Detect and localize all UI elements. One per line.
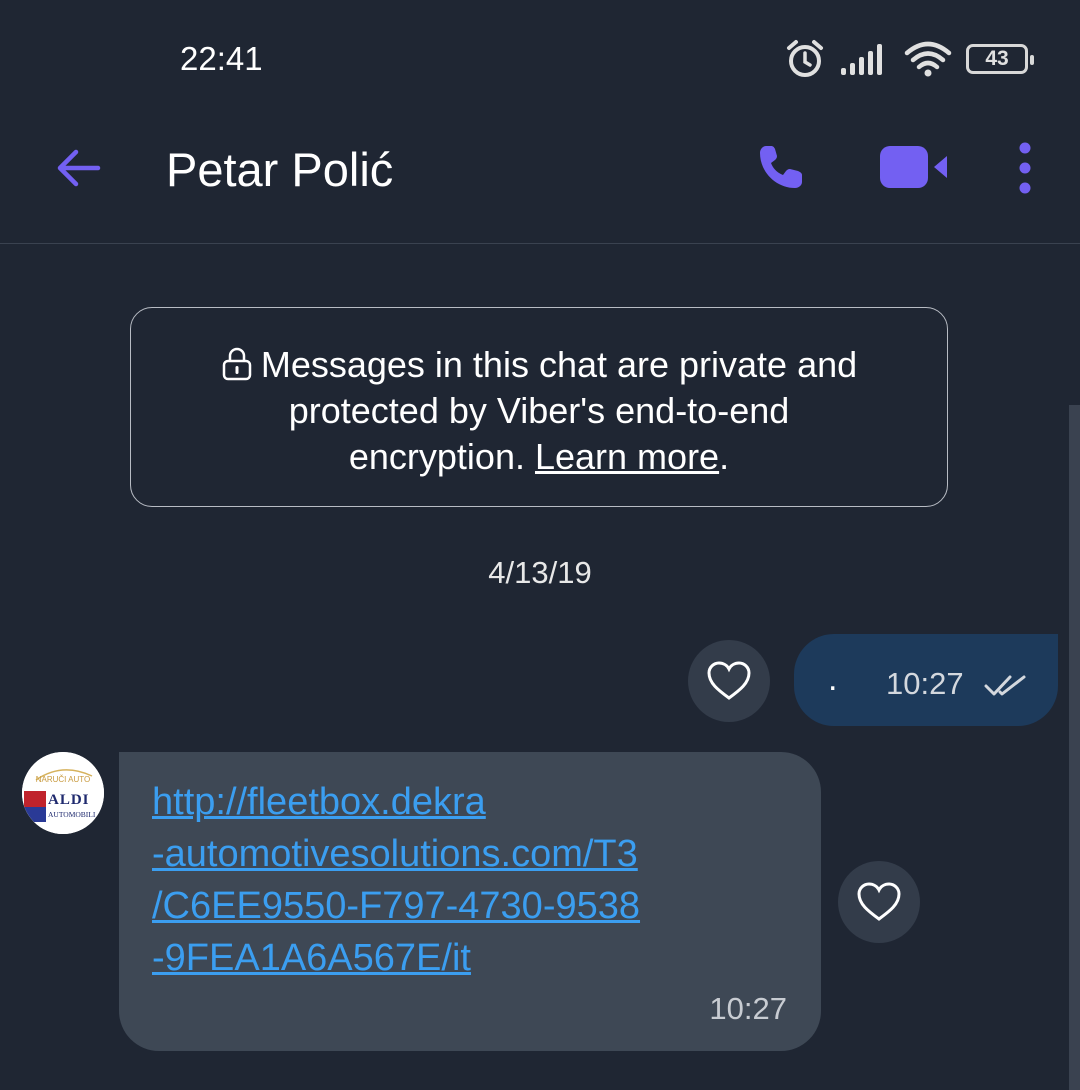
encryption-notice: Messages in this chat are private and pr… [130, 307, 948, 507]
message-link[interactable]: http://fleetbox.dekra -automotivesolutio… [152, 776, 792, 984]
notice-line-1: Messages in this chat are private and [260, 344, 858, 385]
status-bar: 22:41 43 [0, 0, 1080, 120]
status-icons: 43 [784, 38, 1034, 80]
outgoing-message[interactable]: . 10:27 [794, 634, 1058, 726]
back-arrow-icon[interactable] [52, 142, 104, 194]
svg-text:ALDI: ALDI [48, 792, 90, 808]
heart-icon [857, 882, 901, 921]
contact-name[interactable]: Petar Polić [166, 142, 393, 197]
scrollbar[interactable] [1069, 405, 1080, 1090]
notice-line-3: encryption. [348, 436, 535, 477]
svg-text:NARUČI AUTO: NARUČI AUTO [36, 775, 91, 784]
phone-icon[interactable] [756, 142, 806, 192]
message-text: . [828, 660, 838, 698]
learn-more-link[interactable]: Learn more [535, 436, 719, 477]
link-line: -9FEA1A6A567E/it [152, 937, 471, 979]
battery-icon: 43 [966, 44, 1034, 74]
like-button[interactable] [688, 640, 770, 722]
signal-icon [841, 44, 882, 75]
lock-icon [222, 347, 252, 381]
message-time: 10:27 [709, 991, 787, 1026]
avatar[interactable]: NARUČI AUTO ALDI AUTOMOBILI [22, 752, 104, 834]
battery-level: 43 [985, 47, 1009, 70]
alarm-icon [787, 40, 823, 77]
wifi-icon [904, 41, 952, 77]
chat-header: Petar Polić [0, 120, 1080, 244]
notice-line-2: protected by Viber's end-to-end [288, 390, 790, 431]
status-time: 22:41 [180, 40, 263, 77]
link-line: -automotivesolutions.com/T3 [152, 833, 638, 875]
like-button[interactable] [838, 861, 920, 943]
link-line: /C6EE9550-F797-4730-9538 [152, 885, 641, 927]
more-vertical-icon[interactable] [1010, 142, 1040, 194]
svg-text:AUTOMOBILI: AUTOMOBILI [48, 810, 96, 819]
incoming-message[interactable]: http://fleetbox.dekra -automotivesolutio… [119, 752, 821, 1051]
notice-period: . [719, 436, 730, 477]
double-check-icon [984, 675, 1026, 696]
heart-icon [707, 661, 751, 700]
link-line: http://fleetbox.dekra [152, 781, 486, 823]
message-time: 10:27 [886, 666, 964, 701]
video-camera-icon[interactable] [878, 144, 950, 190]
aldi-automobili-logo: NARUČI AUTO ALDI AUTOMOBILI [22, 752, 104, 834]
date-separator: 4/13/19 [488, 555, 592, 590]
